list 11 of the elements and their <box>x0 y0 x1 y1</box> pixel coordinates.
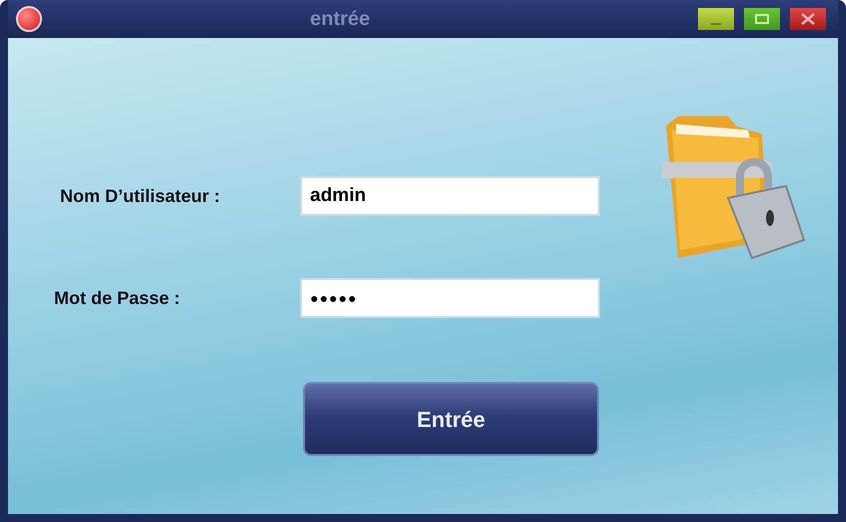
field-label: Nom D’utilisateur : <box>59 184 222 208</box>
input-field[interactable]: admin <box>300 176 600 216</box>
password-field[interactable]: ●●●●● <box>300 278 600 318</box>
minimize-button[interactable] <box>698 8 734 30</box>
window-title: entrée <box>310 7 370 32</box>
app-icon <box>16 6 42 32</box>
close-button[interactable] <box>790 8 826 30</box>
maximize-button[interactable] <box>744 8 780 30</box>
submit-button[interactable]: Entrée <box>303 382 599 456</box>
field-label: Mot de Passe : <box>54 286 182 310</box>
close-icon <box>801 13 815 25</box>
